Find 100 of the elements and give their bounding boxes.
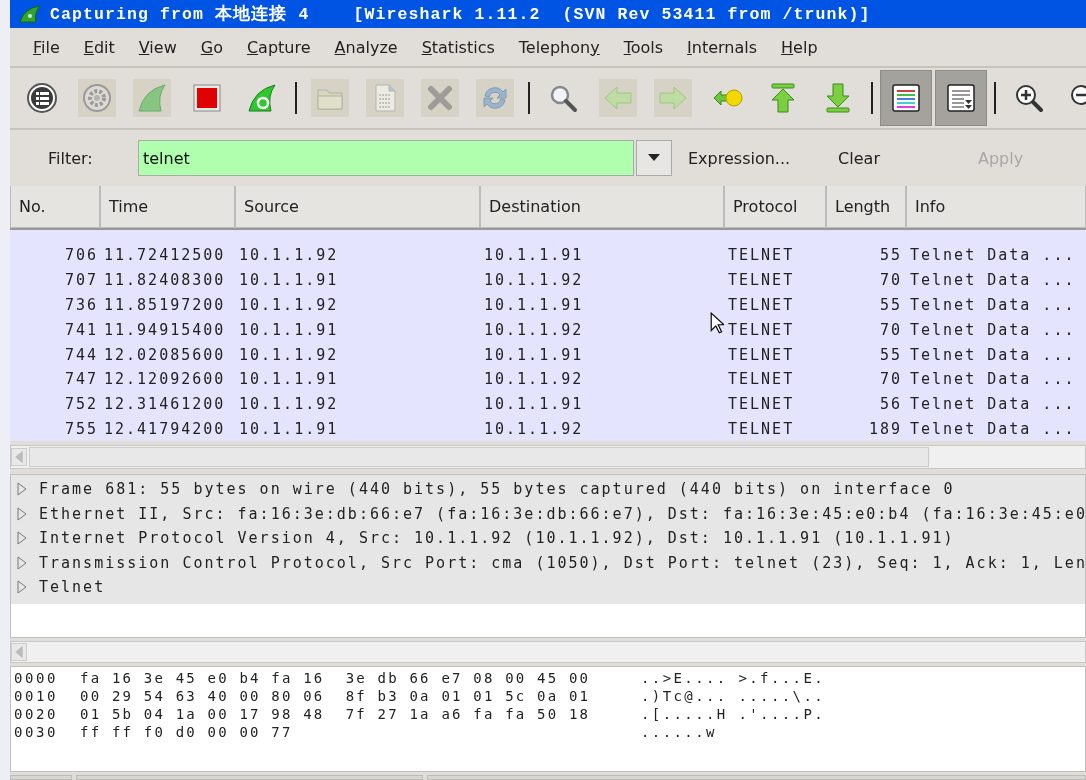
- ascii-text: ......w: [641, 724, 717, 740]
- table-cell: 10.1.1.91: [239, 271, 339, 290]
- menu-item[interactable]: Edit: [72, 33, 126, 61]
- tree-item-text: Telnet: [39, 578, 106, 597]
- table-cell: Telnet Data ...: [910, 271, 1076, 290]
- ascii-text: ..>E.... >.f...E.: [641, 670, 826, 686]
- packet-row[interactable]: 747 12.12092600 10.1.1.91 10.1.1.92 TELNET 70 Telnet Data ...: [10, 367, 1086, 392]
- dropdown-button[interactable]: [636, 140, 672, 176]
- menu-item[interactable]: File: [22, 33, 71, 61]
- table-cell: 12.12092600: [104, 370, 226, 389]
- menu-item[interactable]: Statistics: [410, 33, 506, 61]
- table-cell: 10.1.1.91: [484, 246, 584, 265]
- list-icon: [26, 82, 58, 114]
- table-cell: 11.82408300: [104, 271, 226, 290]
- table-cell: 12.02085600: [104, 345, 226, 364]
- table-cell: 11.94915400: [104, 320, 226, 339]
- table-cell: TELNET: [728, 246, 795, 265]
- table-cell: TELNET: [728, 320, 795, 339]
- menu-item[interactable]: Help: [770, 33, 829, 61]
- tree-item-text: Frame 681: 55 bytes on wire (440 bits), 55 bytes captured (440 bits) on interface 0: [39, 480, 955, 499]
- menu-item[interactable]: Internals: [676, 33, 769, 61]
- table-cell: 10.1.1.91: [239, 370, 339, 389]
- table-cell: 12.41794200: [104, 419, 226, 438]
- tree-item-text: Transmission Control Protocol, Src Port: cma (1050), Dst Port: telnet (23), Seq: 1, Ack: 1, Len: [39, 553, 1086, 572]
- table-cell: 70: [879, 320, 902, 339]
- packet-row[interactable]: 706 11.72412500 10.1.1.92 10.1.1.91 TELNET 55 Telnet Data ...: [10, 243, 1086, 268]
- packet-row[interactable]: 752 12.31461200 10.1.1.92 10.1.1.91 TELNET 56 Telnet Data ...: [10, 391, 1086, 417]
- hex-offset: 0030: [13, 724, 60, 740]
- column-header[interactable]: Source: [235, 186, 480, 228]
- tree-item[interactable]: Internet Protocol Version 4, Src: 10.1.1.92 (10.1.1.92), Dst: 10.1.1.91 (10.1.1.91): [11, 526, 1085, 551]
- hex-offset: 0020: [13, 706, 60, 722]
- table-cell: Telnet Data ...: [910, 345, 1076, 364]
- table-cell: 55: [879, 246, 902, 265]
- column-header[interactable]: No.: [10, 186, 100, 228]
- table-cell: 744: [64, 345, 98, 364]
- tree-item[interactable]: Frame 681: 55 bytes on wire (440 bits), 55 bytes captured (440 bits) on interface 0: [11, 477, 1085, 502]
- table-cell: 10.1.1.92: [239, 395, 339, 414]
- table-cell: 736: [64, 296, 98, 314]
- table-cell: 55: [879, 296, 902, 314]
- table-cell: 10.1.1.92: [239, 345, 339, 364]
- table-cell: 741: [64, 320, 98, 339]
- filter-action-button[interactable]: Expression...: [684, 142, 795, 174]
- table-cell: Telnet Data ...: [910, 419, 1076, 438]
- stop-icon: [191, 82, 223, 114]
- packet-row[interactable]: 755 12.41794200 10.1.1.91 10.1.1.92 TELNET 189 Telnet Data ...: [10, 416, 1086, 442]
- menu-item[interactable]: Telephony: [507, 33, 611, 61]
- tree-item[interactable]: Telnet: [11, 575, 1085, 600]
- hex-bytes: 01 5b 04 1a 00 17 98 48 7f 27 1a a6 fa fa 50 18: [80, 706, 592, 722]
- table-cell: TELNET: [728, 395, 795, 414]
- table-cell: 10.1.1.91: [484, 395, 584, 414]
- table-cell: 707: [64, 271, 98, 290]
- packet-row[interactable]: 707 11.82408300 10.1.1.91 10.1.1.92 TELNET 70 Telnet Data ...: [10, 267, 1086, 293]
- tree-item[interactable]: Transmission Control Protocol, Src Port: cma (1050), Dst Port: telnet (23), Seq: 1, Ack: 1, Len: [11, 550, 1085, 575]
- table-cell: 752: [64, 395, 98, 414]
- table-cell: 10.1.1.92: [239, 296, 339, 314]
- striped-list-icon: [890, 82, 922, 114]
- filter-field[interactable]: telnet: [138, 140, 634, 176]
- table-cell: 755: [64, 419, 98, 438]
- striped-list-button[interactable]: [880, 70, 932, 126]
- column-header[interactable]: Protocol: [724, 186, 826, 228]
- filter-action-button[interactable]: Clear: [834, 142, 884, 174]
- column-header[interactable]: Length: [826, 186, 906, 228]
- table-cell: TELNET: [728, 370, 795, 389]
- table-cell: 10.1.1.92: [239, 246, 339, 265]
- hex-offset: 0000: [13, 670, 60, 686]
- tree-item[interactable]: Ethernet II, Src: fa:16:3e:db:66:e7 (fa:16:3e:db:66:e7), Dst: fa:16:3e:45:e0:b4 (fa:16:3e:45:e0: [11, 501, 1085, 526]
- table-cell: Telnet Data ...: [910, 370, 1076, 389]
- menu-item[interactable]: Tools: [612, 33, 675, 61]
- menu-item[interactable]: Go: [189, 33, 234, 61]
- table-cell: TELNET: [728, 296, 795, 314]
- table-cell: 10.1.1.92: [484, 320, 584, 339]
- column-header[interactable]: Time: [100, 186, 235, 228]
- table-cell: Telnet Data ...: [910, 320, 1076, 339]
- mouse-cursor-icon: [710, 312, 724, 334]
- fin-refresh-icon: [246, 82, 278, 114]
- caret-icon: [648, 154, 660, 162]
- table-cell: 11.72412500: [104, 246, 226, 265]
- document-lines-icon: [945, 82, 977, 114]
- table-cell: 10.1.1.91: [239, 320, 339, 339]
- horizontal-scrollbar[interactable]: [10, 445, 1086, 469]
- table-cell: 10.1.1.91: [239, 419, 339, 438]
- table-cell: 10.1.1.92: [484, 370, 584, 389]
- table-cell: TELNET: [728, 419, 795, 438]
- packet-row[interactable]: 736 11.85197200 10.1.1.92 10.1.1.91 TELNET 55 Telnet Data ...: [10, 292, 1086, 318]
- table-cell: Telnet Data ...: [910, 395, 1076, 414]
- horizontal-scrollbar[interactable]: [10, 641, 1086, 663]
- table-cell: 706: [64, 246, 98, 265]
- fin-icon: [18, 4, 42, 24]
- packet-row[interactable]: 744 12.02085600 10.1.1.92 10.1.1.91 TELNET 55 Telnet Data ...: [10, 342, 1086, 367]
- table-cell: 70: [879, 271, 902, 290]
- menu-item[interactable]: View: [127, 33, 188, 61]
- column-header[interactable]: Info: [906, 186, 1086, 228]
- column-header[interactable]: Destination: [480, 186, 724, 228]
- hex-bytes: 00 29 54 63 40 00 80 06 8f b3 0a 01 01 5c 0a 01: [80, 688, 592, 704]
- menu-item[interactable]: Analyze: [323, 33, 409, 61]
- ascii-text: .)Tc@... .....\..: [641, 688, 826, 704]
- table-cell: TELNET: [728, 345, 795, 364]
- document-lines-button[interactable]: [935, 70, 987, 126]
- menu-item[interactable]: Capture: [235, 33, 322, 61]
- packet-row[interactable]: 741 11.94915400 10.1.1.91 10.1.1.92 TELNET 70 Telnet Data ...: [10, 317, 1086, 343]
